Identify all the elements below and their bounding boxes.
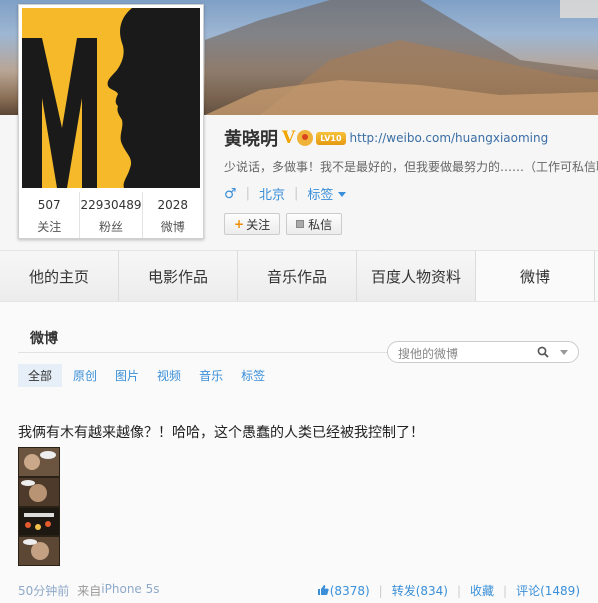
profile-name: 黄晓明 <box>224 129 278 150</box>
male-icon: ♂ <box>224 185 237 202</box>
follow-button[interactable]: + 关注 <box>224 213 281 235</box>
verified-icon[interactable]: V <box>282 128 295 148</box>
stat-posts[interactable]: 2028 微博 <box>143 192 203 238</box>
chevron-down-icon[interactable] <box>560 350 568 355</box>
search-icon[interactable] <box>537 346 549 358</box>
divider: | <box>503 583 508 598</box>
tab-baidu-profile[interactable]: 百度人物资料 <box>357 251 476 301</box>
filter-images[interactable]: 图片 <box>115 367 139 384</box>
tab-music[interactable]: 音乐作品 <box>238 251 357 301</box>
profile-stats: 507 关注 22930489 粉丝 2028 微博 <box>19 192 203 238</box>
chevron-down-icon <box>338 192 347 197</box>
divider: | <box>245 186 250 201</box>
stat-followers-count: 22930489 <box>80 198 142 212</box>
search-box[interactable]: 搜他的微博 <box>387 341 579 363</box>
city-link[interactable]: 北京 <box>259 184 285 203</box>
follow-button-label: 关注 <box>246 217 271 232</box>
profile-name-row: 黄晓明 V LV10 http://weibo.com/huangxiaomin… <box>224 126 548 150</box>
message-icon <box>296 220 305 228</box>
tab-home[interactable]: 他的主页 <box>0 251 119 301</box>
post-time[interactable]: 50分钟前 <box>18 582 69 599</box>
homepage-link[interactable]: http://weibo.com/huangxiaoming <box>350 131 549 145</box>
repost-button[interactable]: 转发(834) <box>392 582 448 599</box>
post-actions: (8378) | 转发(834) | 收藏 | 评论(1489) <box>317 582 580 599</box>
tab-movies[interactable]: 电影作品 <box>119 251 238 301</box>
message-button-label: 私信 <box>308 217 333 232</box>
post-source-label: 来自 <box>77 584 102 598</box>
tab-weibo[interactable]: 微博 <box>476 251 595 301</box>
weibo-feed: 微博 搜他的微博 全部 原创 图片 视频 音乐 标签 我俩有木有越来越像？！哈哈… <box>0 302 598 603</box>
feed-title: 微博 <box>30 331 58 347</box>
divider <box>18 352 398 353</box>
filter-all[interactable]: 全部 <box>18 363 63 387</box>
stat-following-count: 507 <box>37 198 61 212</box>
post-device[interactable]: iPhone 5s <box>101 582 159 599</box>
comment-button[interactable]: 评论(1489) <box>516 582 580 599</box>
filter-tags[interactable]: 标签 <box>241 367 265 384</box>
feed-filters: 全部 原创 图片 视频 音乐 标签 <box>18 363 283 387</box>
post-meta: 50分钟前 来自 iPhone 5s <box>18 582 160 599</box>
divider: | <box>456 583 462 598</box>
tags-label: 标签 <box>307 188 334 203</box>
tags-dropdown[interactable]: 标签 <box>307 184 347 203</box>
divider: | <box>378 583 383 598</box>
avatar[interactable] <box>22 8 200 188</box>
stat-posts-label: 微博 <box>160 220 185 234</box>
filter-original[interactable]: 原创 <box>73 367 97 384</box>
profile-actions: + 关注 私信 <box>224 213 348 235</box>
medal-icon[interactable] <box>297 130 314 146</box>
level-badge[interactable]: LV10 <box>316 131 346 145</box>
stat-following[interactable]: 507 关注 <box>19 192 81 238</box>
filter-videos[interactable]: 视频 <box>157 367 181 384</box>
avatar-card: 507 关注 22930489 粉丝 2028 微博 <box>18 4 204 239</box>
thumbs-up-icon <box>317 584 329 595</box>
plus-icon: + <box>234 217 245 231</box>
stat-following-label: 关注 <box>37 220 62 234</box>
favorite-button[interactable]: 收藏 <box>470 582 494 599</box>
divider: | <box>293 186 299 201</box>
post-text: 我俩有木有越来越像？！哈哈，这个愚蠢的人类已经被我控制了！ <box>18 425 424 441</box>
profile-tabs: 他的主页 电影作品 音乐作品 百度人物资料 微博 <box>0 250 598 302</box>
like-button[interactable]: (8378) <box>317 584 370 598</box>
stat-followers-label: 粉丝 <box>99 220 124 234</box>
profile-intro: 少说话，多做事！我不是最好的，但我要做最努力的……（工作可私信联 <box>224 160 598 174</box>
search-input[interactable]: 搜他的微博 <box>398 345 528 362</box>
post-image-thumbnail[interactable] <box>18 447 60 566</box>
profile-meta-row: ♂ | 北京 | 标签 <box>224 184 347 203</box>
filter-music[interactable]: 音乐 <box>199 367 223 384</box>
stat-posts-count: 2028 <box>157 198 189 212</box>
message-button[interactable]: 私信 <box>286 213 343 235</box>
like-count: (8378) <box>329 583 370 598</box>
stat-followers[interactable]: 22930489 粉丝 <box>80 192 143 238</box>
